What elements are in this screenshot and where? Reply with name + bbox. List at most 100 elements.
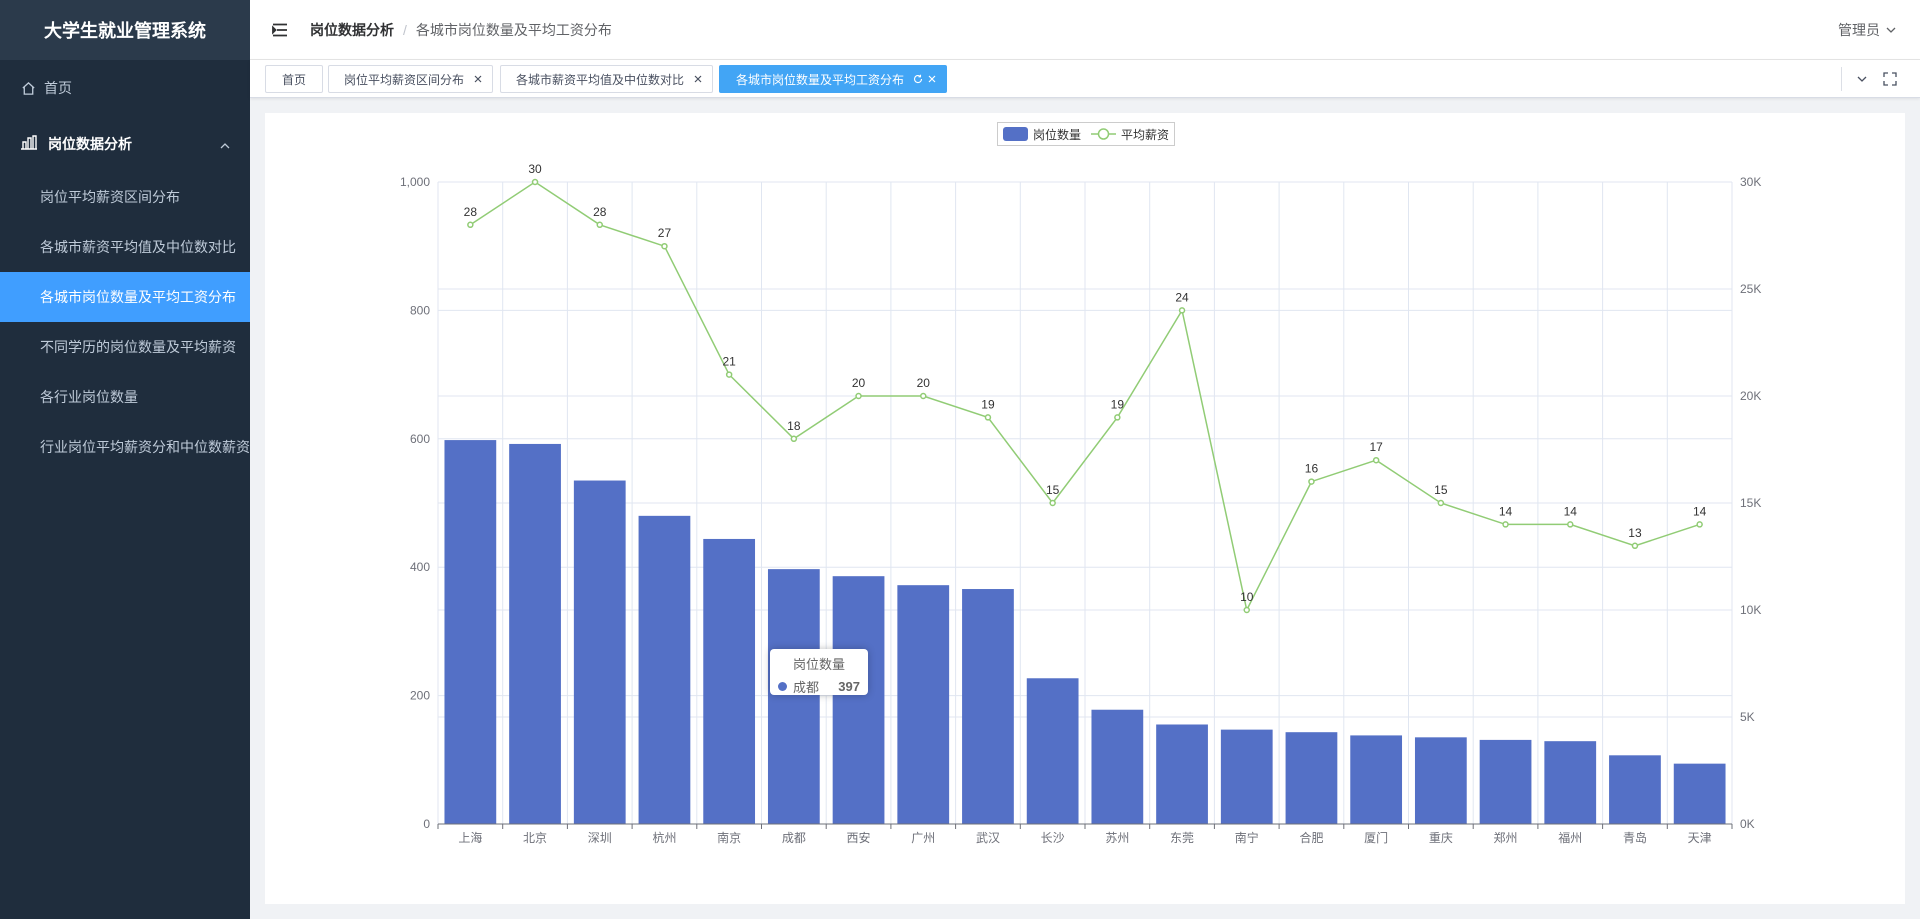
chart-card: 0 200 400 600 800 1,000 0K 5K 10K 15K 20K 25K 30K 上海 北… [265, 113, 1905, 904]
y-left-tick-label: 0 [423, 817, 430, 831]
sidebar-item-industry-salary[interactable]: 行业岗位平均薪资分和中位数薪资 [0, 422, 250, 472]
top-navbar: 岗位数据分析 / 各城市岗位数量及平均工资分布 管理员 [250, 0, 1920, 60]
y-left-tick-label: 400 [410, 560, 430, 574]
salary-point [661, 242, 668, 250]
tag-salary-range[interactable]: 岗位平均薪资区间分布 [328, 65, 494, 93]
sidebar-item-home[interactable]: 首页 [0, 60, 250, 116]
divider [1841, 67, 1842, 91]
salary-point [1114, 414, 1121, 421]
salary-data-label: 10 [1240, 590, 1254, 604]
x-tick-label: 厦门 [1364, 830, 1388, 845]
chart-bar [1479, 739, 1532, 824]
x-tick-label: 深圳 [588, 831, 612, 845]
salary-data-label: 19 [1111, 397, 1125, 411]
y-left-tick-label: 800 [410, 303, 430, 317]
legend-item-salary[interactable]: 平均薪资 [1121, 126, 1169, 143]
x-tick-label: 郑州 [1494, 830, 1518, 845]
chart-bar [1673, 763, 1726, 824]
chart-bar [509, 443, 561, 824]
salary-point [790, 435, 798, 443]
sidebar-item-education[interactable]: 不同学历的岗位数量及平均薪资 [0, 322, 250, 372]
close-icon[interactable] [692, 73, 704, 85]
sidebar-item-city-jobs-salary[interactable]: 各城市岗位数量及平均工资分布 [0, 272, 250, 322]
tag-label: 首页 [282, 72, 307, 87]
breadcrumb: 岗位数据分析 / 各城市岗位数量及平均工资分布 [310, 20, 612, 40]
chart-bar [1350, 735, 1403, 824]
tooltip-title: 岗位数量 [792, 657, 845, 672]
home-icon [20, 80, 36, 96]
y-right-tick-label: 10K [1740, 603, 1761, 617]
x-tick-label: 合肥 [1299, 830, 1323, 845]
chart-bar [832, 576, 885, 824]
x-tick-label: 西安 [847, 830, 871, 845]
salary-data-label: 13 [1628, 526, 1642, 540]
salary-data-label: 15 [1434, 483, 1448, 497]
fullscreen-icon [1883, 72, 1897, 86]
x-tick-label: 成都 [782, 831, 806, 845]
salary-point [1437, 499, 1445, 507]
x-tick-label: 苏州 [1105, 831, 1129, 845]
chart-legend: 岗位数量 平均薪资 [997, 122, 1176, 146]
chart-bar [962, 589, 1014, 824]
x-tick-label: 重庆 [1429, 831, 1453, 845]
sidebar-item-industry-jobs[interactable]: 各行业岗位数量 [0, 372, 250, 422]
x-tick-label: 上海 [458, 830, 482, 845]
close-icon[interactable] [926, 73, 938, 85]
tag-home[interactable]: 首页 [265, 65, 324, 93]
tags-tools [1841, 60, 1920, 98]
hamburger-button[interactable] [250, 0, 310, 60]
y-left-tick-label: 1,000 [400, 175, 430, 189]
close-icon[interactable] [472, 73, 484, 85]
salary-data-label: 24 [1175, 290, 1189, 304]
x-tick-label: 南京 [717, 830, 741, 845]
tag-city-jobs-salary[interactable]: 各城市岗位数量及平均工资分布 [719, 65, 948, 93]
salary-data-label: 18 [787, 419, 801, 433]
x-tick-label: 南宁 [1235, 830, 1259, 845]
salary-data-label: 14 [1693, 504, 1707, 518]
salary-point [1502, 521, 1509, 528]
refresh-icon[interactable] [912, 73, 924, 85]
salary-point [920, 392, 927, 400]
user-menu[interactable]: 管理员 [1838, 20, 1896, 40]
salary-data-label: 20 [852, 376, 866, 390]
chart-bar [1544, 741, 1597, 824]
tag-city-salary-compare[interactable]: 各城市薪资平均值及中位数对比 [500, 65, 714, 93]
y-left-tick-label: 600 [410, 432, 430, 446]
sidebar-item-salary-range[interactable]: 岗位平均薪资区间分布 [0, 172, 250, 222]
salary-point [1696, 521, 1703, 528]
salary-data-label: 28 [593, 205, 607, 219]
salary-point [1567, 521, 1574, 528]
salary-point [1372, 456, 1380, 464]
sidebar-item-label: 首页 [44, 80, 72, 96]
salary-data-label: 21 [722, 355, 736, 369]
salary-data-label: 15 [1046, 483, 1060, 497]
breadcrumb-item-current: 各城市岗位数量及平均工资分布 [415, 21, 612, 38]
y-right-tick-label: 0K [1740, 817, 1755, 831]
city-jobs-salary-chart[interactable]: 0 200 400 600 800 1,000 0K 5K 10K 15K 20K 25K 30K 上海 北… [265, 113, 1905, 904]
salary-data-label: 20 [917, 376, 931, 390]
chart-bar [1414, 737, 1467, 824]
sidebar: 大学生就业管理系统 首页 岗位数据分析 岗位平均薪资区间分布 各城市薪资平均值及… [0, 0, 250, 919]
sidebar-submenu: 岗位平均薪资区间分布 各城市薪资平均值及中位数对比 各城市岗位数量及平均工资分布… [0, 172, 250, 472]
tags-dropdown-button[interactable] [1848, 65, 1876, 93]
chart-bar [1091, 709, 1144, 824]
sidebar-item-city-salary-compare[interactable]: 各城市薪资平均值及中位数对比 [0, 222, 250, 272]
fullscreen-button[interactable] [1876, 65, 1904, 93]
sidebar-group-job-analysis[interactable]: 岗位数据分析 [0, 116, 250, 172]
legend-item-jobs[interactable]: 岗位数量 [1033, 126, 1081, 143]
x-tick-label: 广州 [911, 831, 935, 845]
chart-bar [767, 569, 820, 824]
salary-point [467, 221, 474, 229]
salary-point [596, 221, 603, 229]
sidebar-item-label: 各城市岗位数量及平均工资分布 [40, 289, 236, 305]
chart-bar [444, 440, 497, 824]
breadcrumb-item[interactable]: 岗位数据分析 [310, 20, 394, 40]
salary-point [725, 371, 733, 378]
sidebar-item-label: 行业岗位平均薪资分和中位数薪资 [40, 439, 250, 455]
salary-point [984, 414, 992, 421]
y-right-tick-label: 30K [1740, 175, 1761, 189]
legend-swatch-bar [1003, 127, 1028, 141]
x-tick-label: 北京 [523, 831, 547, 845]
tag-label: 各城市岗位数量及平均工资分布 [736, 72, 905, 87]
y-right-tick-label: 15K [1740, 496, 1761, 510]
